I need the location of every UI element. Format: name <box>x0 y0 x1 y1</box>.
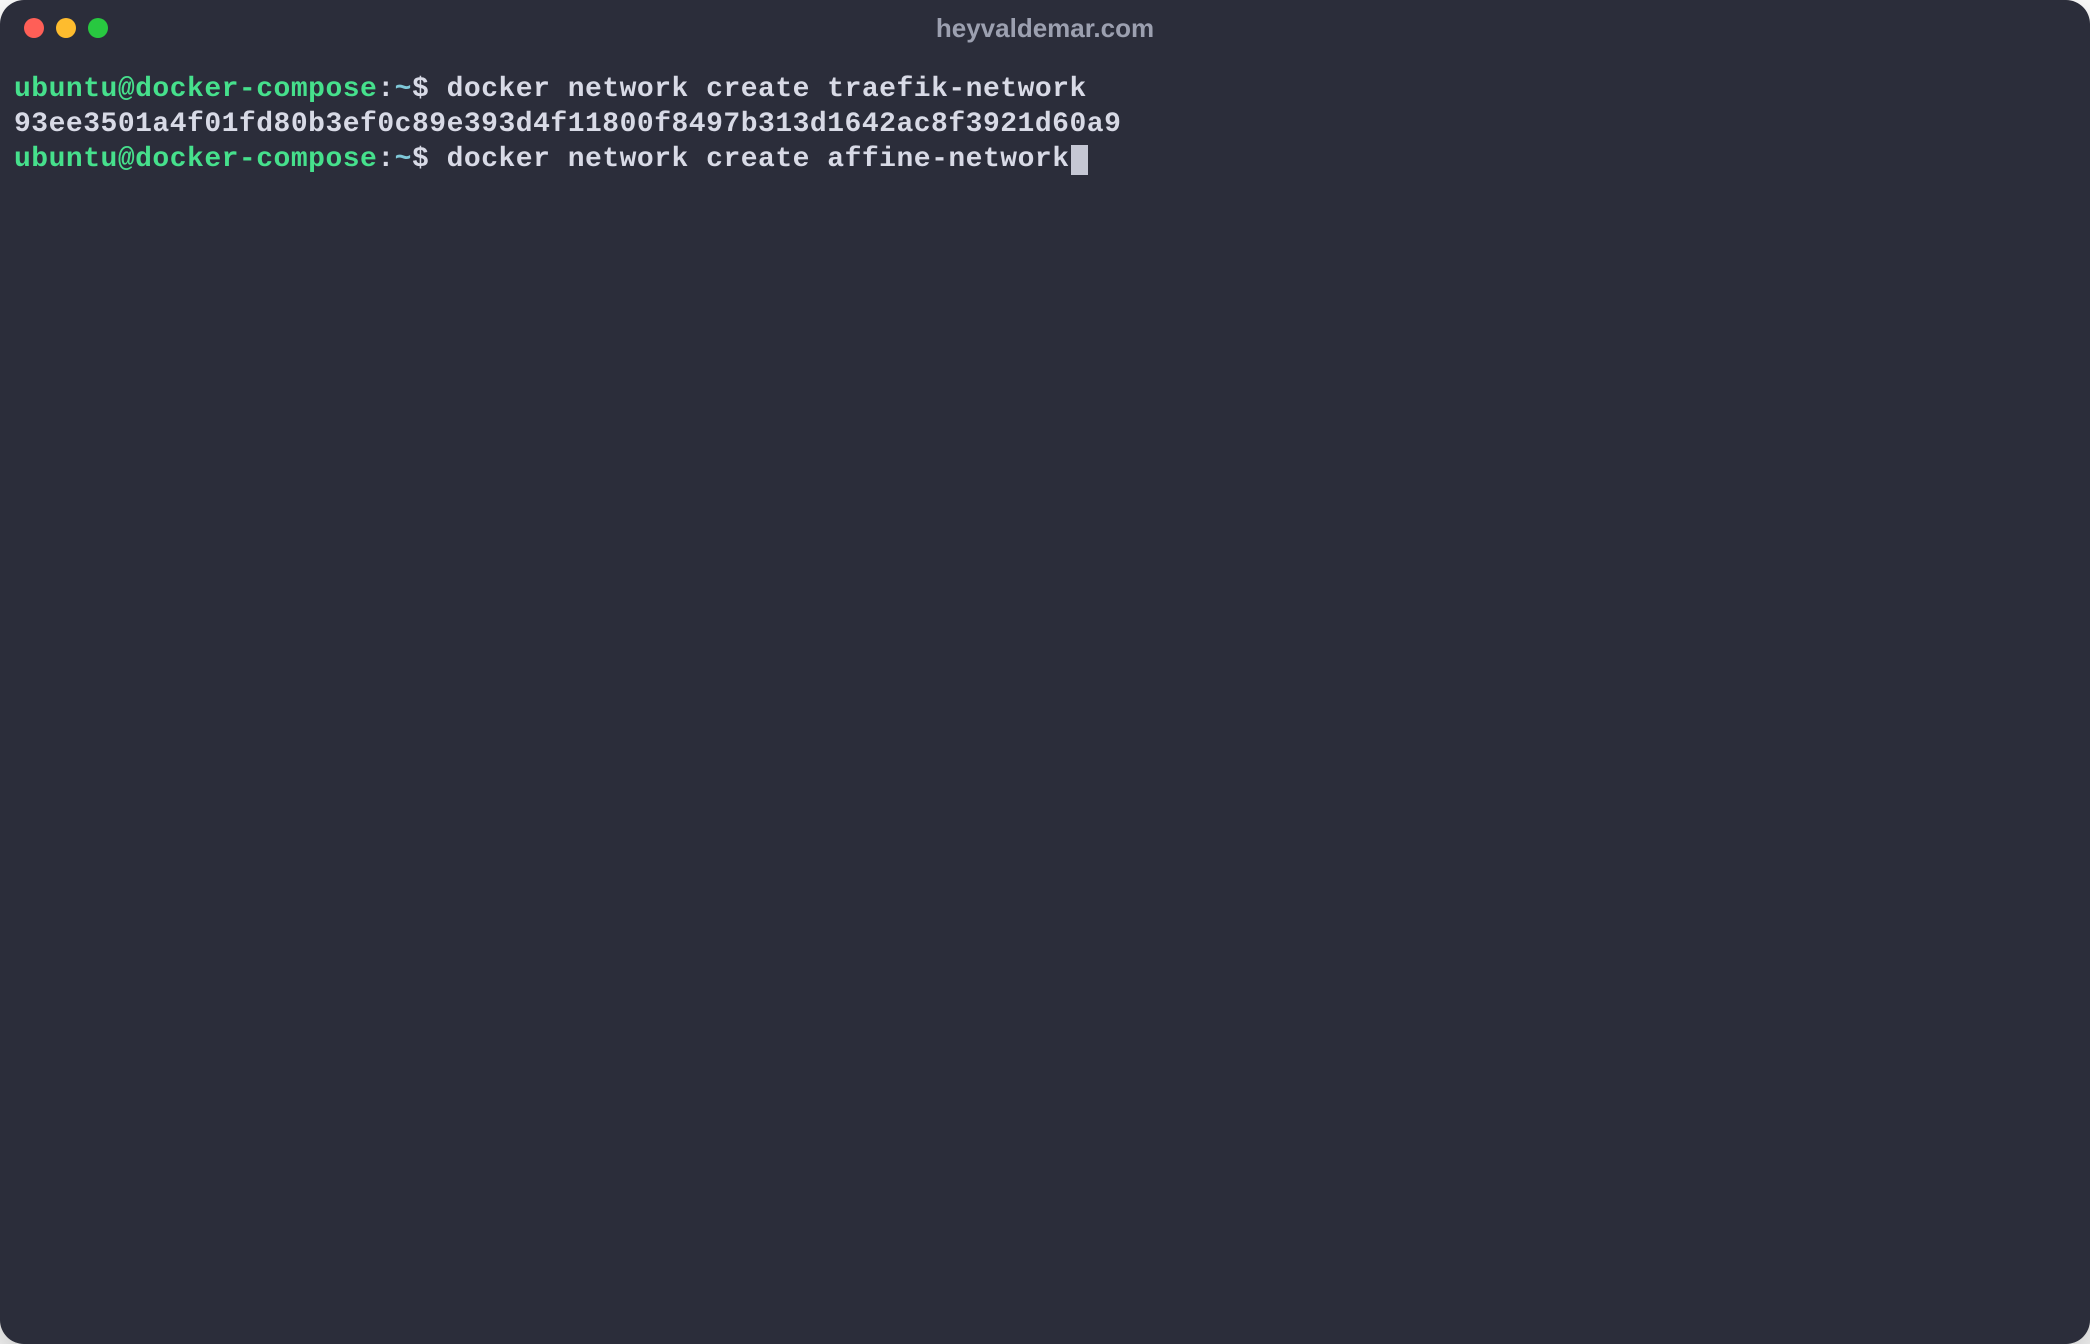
terminal-line: 93ee3501a4f01fd80b3ef0c89e393d4f11800f84… <box>14 107 2076 142</box>
traffic-lights <box>24 18 108 38</box>
prompt-path: ~ <box>395 144 412 175</box>
title-bar: heyvaldemar.com <box>0 0 2090 56</box>
prompt-dollar: $ <box>412 144 429 175</box>
maximize-icon[interactable] <box>88 18 108 38</box>
terminal-line: ubuntu@docker-compose:~$ docker network … <box>14 142 2076 177</box>
prompt-dollar: $ <box>412 74 429 105</box>
prompt-colon: : <box>377 144 394 175</box>
prompt-user-host: ubuntu@docker-compose <box>14 74 377 105</box>
command-text: docker network create traefik-network <box>429 74 1087 105</box>
prompt-user-host: ubuntu@docker-compose <box>14 144 377 175</box>
prompt-path: ~ <box>395 74 412 105</box>
minimize-icon[interactable] <box>56 18 76 38</box>
terminal-body[interactable]: ubuntu@docker-compose:~$ docker network … <box>0 56 2090 1344</box>
terminal-line: ubuntu@docker-compose:~$ docker network … <box>14 72 2076 107</box>
close-icon[interactable] <box>24 18 44 38</box>
prompt-colon: : <box>377 74 394 105</box>
output-text: 93ee3501a4f01fd80b3ef0c89e393d4f11800f84… <box>14 109 1121 140</box>
command-text: docker network create affine-network <box>429 144 1069 175</box>
terminal-window: heyvaldemar.com ubuntu@docker-compose:~$… <box>0 0 2090 1344</box>
cursor-icon <box>1071 145 1088 175</box>
window-title: heyvaldemar.com <box>936 13 1154 44</box>
